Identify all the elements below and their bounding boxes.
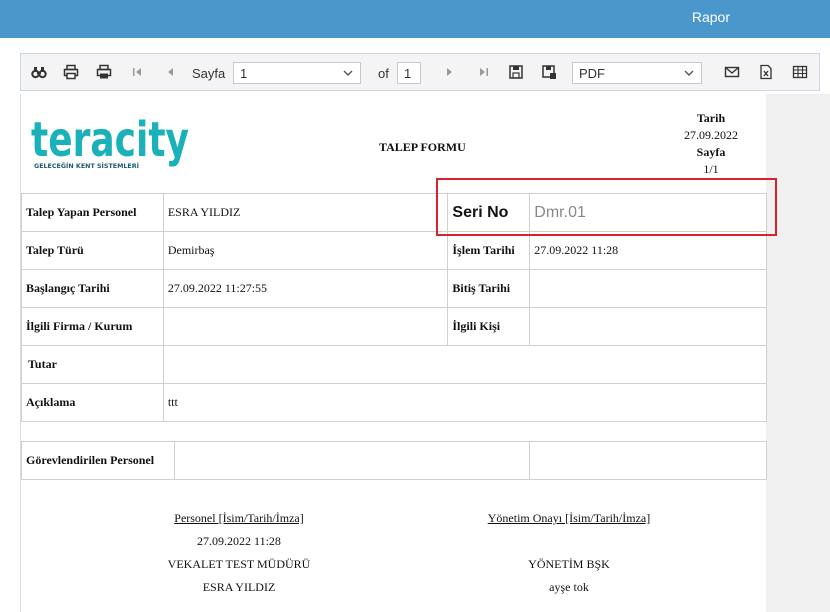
requester-value: ESRA YILDIZ [162, 193, 449, 232]
save-icon[interactable] [507, 63, 525, 81]
total-pages-field: 1 [397, 62, 421, 84]
email-icon[interactable] [723, 63, 741, 81]
date-label: Tarih [696, 111, 726, 125]
company-value [162, 307, 449, 346]
page-count-label: Sayfa [696, 145, 726, 159]
description-label: Açıklama [21, 383, 164, 422]
page-select[interactable]: 1 [233, 62, 361, 84]
export-format-select[interactable]: PDF [572, 62, 702, 84]
contact-value [529, 307, 767, 346]
table-row: Tutar [21, 345, 768, 384]
assigned-staff-label: Görevlendirilen Personel [21, 441, 175, 480]
assigned-staff-table: Görevlendirilen Personel [21, 441, 767, 480]
page-select-value: 1 [240, 66, 248, 81]
form-title: TALEP FORMU [379, 140, 466, 154]
signature-staff-name: ESRA YILDIZ [202, 580, 276, 594]
request-type-value: Demirbaş [162, 231, 449, 270]
assigned-staff-extra [529, 441, 767, 480]
serial-highlight-box [436, 178, 777, 236]
table-row: İlgili Firma / Kurum İlgili Kişi [21, 307, 767, 346]
report-page: teracity GELECEĞİN KENT SİSTEMLERİ TALEP… [20, 94, 768, 612]
signature-management: Yönetim Onayı [İsim/Tarih/İmza] YÖNETİM … [459, 507, 679, 599]
signature-management-date [459, 530, 679, 553]
find-icon[interactable] [30, 63, 48, 81]
date-value: 27.09.2022 [684, 128, 738, 142]
start-date-value: 27.09.2022 11:27:55 [162, 269, 449, 308]
contact-label: İlgili Kişi [447, 307, 531, 346]
signature-staff: Personel [İsim/Tarih/İmza] 27.09.2022 11… [139, 507, 339, 599]
start-date-label: Başlangıç Tarihi [21, 269, 164, 308]
assigned-staff-value [173, 441, 531, 480]
prev-page-icon[interactable] [161, 63, 179, 81]
requester-label: Talep Yapan Personel [21, 193, 164, 232]
process-date-label: İşlem Tarihi [447, 231, 531, 270]
amount-label: Tutar [21, 345, 164, 384]
company-label: İlgili Firma / Kurum [21, 307, 164, 346]
table-row: Talep Türü Demirbaş İşlem Tarihi 27.09.2… [21, 231, 767, 270]
print-icon[interactable] [62, 63, 80, 81]
print-pdf-icon[interactable] [95, 63, 113, 81]
signature-management-heading: Yönetim Onayı [İsim/Tarih/İmza] [487, 511, 651, 525]
table-row: Açıklama ttt [21, 383, 768, 422]
table-row: Başlangıç Tarihi 27.09.2022 11:27:55 Bit… [21, 269, 767, 308]
app-header: Rapor [0, 0, 830, 38]
signature-staff-heading: Personel [İsim/Tarih/İmza] [174, 511, 304, 525]
export-icon[interactable] [540, 63, 558, 81]
logo-text: teracity [31, 112, 189, 168]
signature-management-title: YÖNETİM BŞK [528, 557, 610, 571]
next-page-icon[interactable] [441, 63, 459, 81]
excel-icon[interactable] [757, 63, 775, 81]
table-row: Görevlendirilen Personel [21, 441, 767, 480]
logo-tagline: GELECEĞİN KENT SİSTEMLERİ [34, 161, 139, 170]
report-toolbar: Sayfa 1 of 1 PDF [20, 53, 820, 91]
export-format-value: PDF [579, 66, 605, 81]
amount-value [162, 345, 768, 384]
header-title: Rapor [691, 9, 730, 25]
total-pages-value: 1 [404, 66, 412, 81]
signature-management-name: ayşe tok [549, 580, 589, 594]
request-type-label: Talep Türü [21, 231, 164, 270]
end-date-value [529, 269, 767, 308]
signature-staff-title: VEKALET TEST MÜDÜRÜ [167, 557, 311, 571]
chevron-down-icon [343, 70, 353, 76]
page-count-value: 1/1 [703, 162, 719, 176]
process-date-value: 27.09.2022 11:28 [529, 231, 767, 270]
table-icon[interactable] [791, 63, 809, 81]
company-logo: teracity GELECEĞİN KENT SİSTEMLERİ [31, 110, 196, 170]
viewer-gutter [766, 94, 830, 612]
description-value: ttt [162, 383, 768, 422]
end-date-label: Bitiş Tarihi [447, 269, 531, 308]
page-label: Sayfa [192, 66, 226, 81]
first-page-icon[interactable] [128, 63, 146, 81]
last-page-icon[interactable] [475, 63, 493, 81]
chevron-down-icon [684, 70, 694, 76]
signature-staff-date: 27.09.2022 11:28 [197, 534, 281, 548]
report-meta: Tarih 27.09.2022 Sayfa 1/1 [661, 110, 761, 178]
of-label: of [378, 66, 389, 81]
